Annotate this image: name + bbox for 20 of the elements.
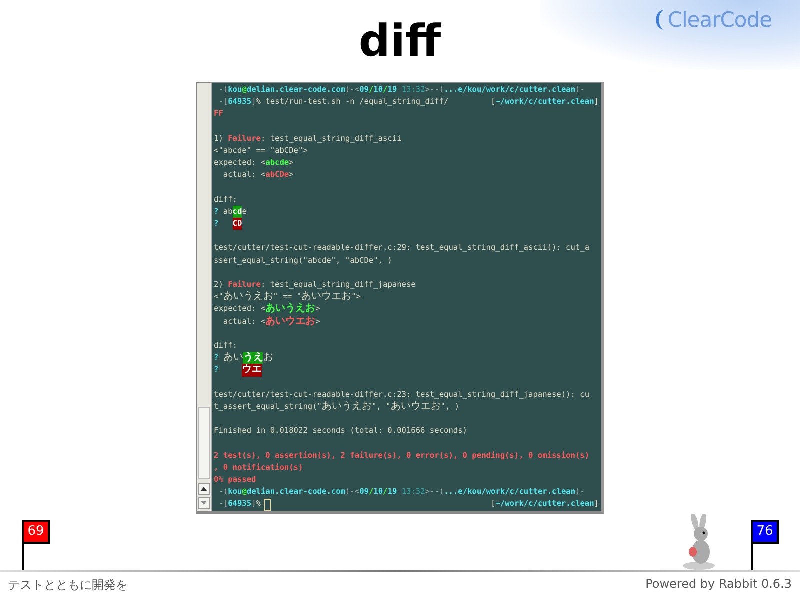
terminal-text: あい <box>223 352 244 364</box>
footer-credit: Powered by Rabbit 0.6.3 <box>646 577 792 593</box>
terminal-text: あいうえお <box>223 291 274 303</box>
down-arrow-icon[interactable] <box>201 501 207 505</box>
end-page-flag: 76 <box>751 520 779 544</box>
logo-text: ClearCode <box>668 8 772 32</box>
terminal-text: あいウエお <box>302 291 352 303</box>
scrollbar-thumb[interactable] <box>198 407 210 479</box>
terminal-text: ウエ <box>242 364 262 376</box>
terminal-text: あいウエお <box>390 400 441 414</box>
terminal-text: あいうえお <box>322 400 372 414</box>
terminal-text: あいウエお <box>266 316 316 328</box>
slide-title: diff <box>358 15 442 69</box>
start-page-flag: 69 <box>22 520 50 544</box>
terminal-text: うえ <box>243 352 264 364</box>
terminal-text: お <box>263 352 274 364</box>
scrollbar[interactable] <box>197 83 212 511</box>
up-arrow-icon[interactable] <box>201 487 207 491</box>
terminal-text: あいうえお <box>266 303 316 316</box>
footer-caption: テストとともに開発を <box>8 577 128 594</box>
